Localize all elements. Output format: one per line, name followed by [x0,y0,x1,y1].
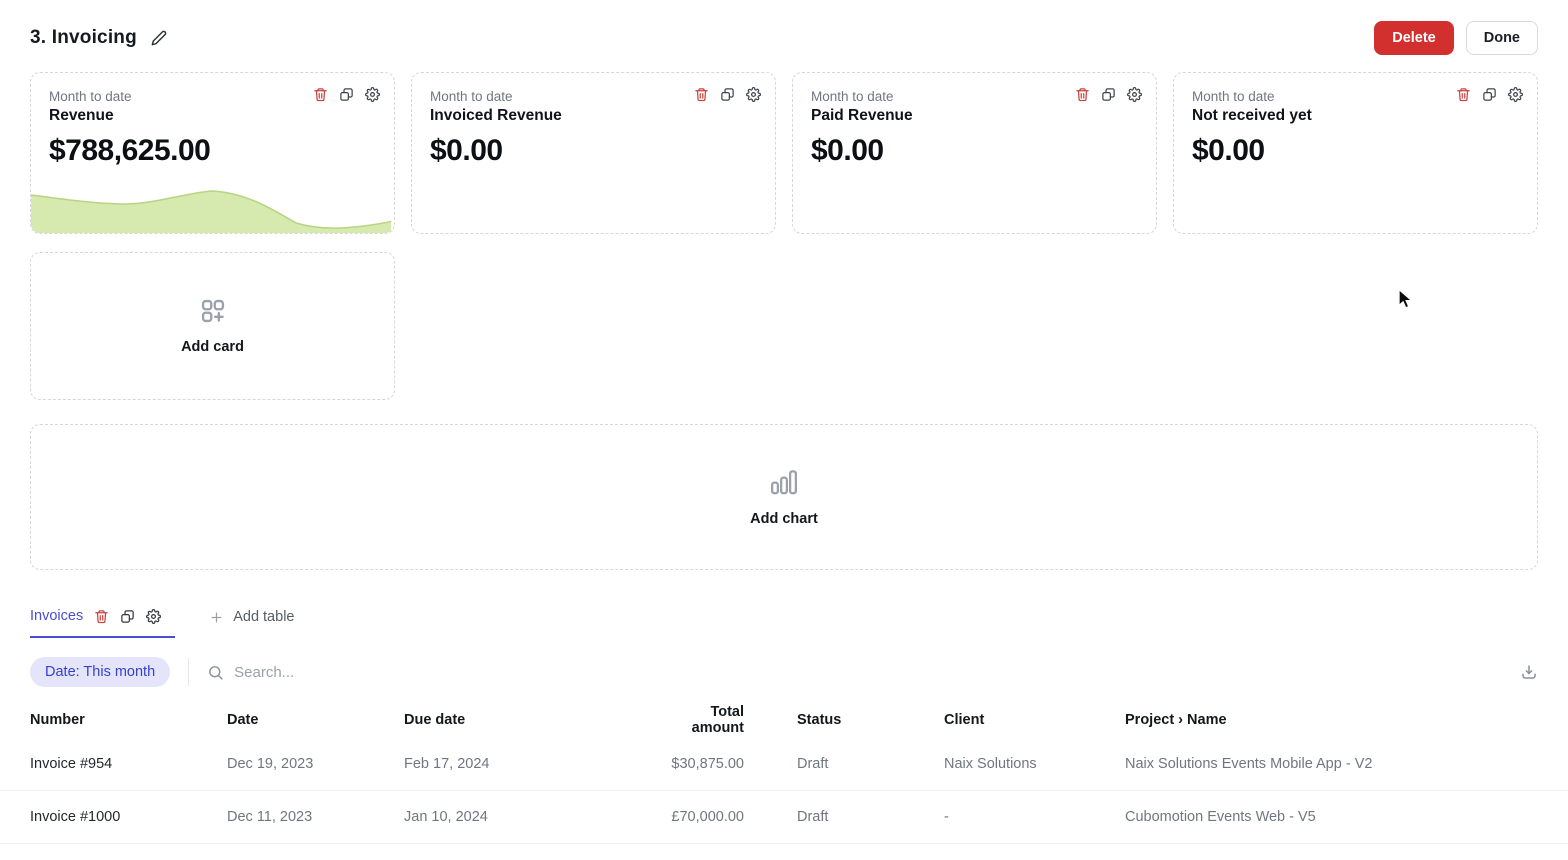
invoice-client: Naix Solutions [944,756,1125,772]
card-title: Invoiced Revenue [430,107,757,125]
add-table-button[interactable]: Add table [209,608,294,625]
copy-icon[interactable] [120,609,135,624]
invoice-number: Invoice #1000 [30,809,227,825]
table-header-row: Number Date Due date Total amount Status… [0,702,1568,738]
card-title: Paid Revenue [811,107,1138,125]
add-chart-label: Add chart [750,511,818,527]
copy-icon[interactable] [1482,87,1497,102]
delete-button[interactable]: Delete [1374,21,1454,56]
card-title: Not received yet [1192,107,1519,125]
page-title: 3. Invoicing [30,27,137,49]
invoice-total: £70,000.00 [656,809,797,825]
invoice-total: $30,875.00 [656,756,797,772]
column-header-due-date: Due date [404,712,656,728]
add-card-label: Add card [181,339,244,355]
invoice-project: Cubomotion Events Web - V5 [1125,809,1568,825]
copy-icon[interactable] [339,87,354,102]
edit-title-icon[interactable] [151,30,167,46]
trash-icon[interactable] [313,87,328,102]
tab-invoices-label: Invoices [30,608,83,624]
card-value: $0.00 [811,134,1138,168]
gear-icon[interactable] [1127,87,1142,102]
card-invoiced-revenue[interactable]: Month to date Invoiced Revenue $0.00 [411,72,776,234]
search-input[interactable] [234,664,534,681]
column-header-number: Number [30,712,227,728]
card-revenue[interactable]: Month to date Revenue $788,625.00 [30,72,395,234]
card-title: Revenue [49,107,376,125]
copy-icon[interactable] [1101,87,1116,102]
column-header-client: Client [944,712,1125,728]
invoices-table: Number Date Due date Total amount Status… [0,702,1568,844]
table-row[interactable]: Invoice #1000 Dec 11, 2023 Jan 10, 2024 … [0,791,1568,844]
card-value: $788,625.00 [49,134,376,168]
card-value: $0.00 [1192,134,1519,168]
table-tabs: Invoices Add table [30,608,1538,638]
gear-icon[interactable] [365,87,380,102]
invoice-number: Invoice #954 [30,756,227,772]
column-header-date: Date [227,712,404,728]
table-row[interactable]: Invoice #954 Dec 19, 2023 Feb 17, 2024 $… [0,738,1568,791]
download-icon[interactable] [1520,663,1538,681]
card-not-received[interactable]: Month to date Not received yet $0.00 [1173,72,1538,234]
card-paid-revenue[interactable]: Month to date Paid Revenue $0.00 [792,72,1157,234]
plus-icon [209,610,224,625]
invoice-status: Draft [797,809,944,825]
copy-icon[interactable] [720,87,735,102]
trash-icon[interactable] [1075,87,1090,102]
add-card-button[interactable]: Add card [30,252,395,400]
column-header-status: Status [797,712,944,728]
trash-icon[interactable] [694,87,709,102]
add-chart-button[interactable]: Add chart [30,424,1538,570]
gear-icon[interactable] [746,87,761,102]
bar-chart-icon [769,467,799,497]
column-header-project-name: Project › Name [1125,712,1568,728]
invoice-date: Dec 19, 2023 [227,756,404,772]
invoice-due-date: Feb 17, 2024 [404,756,656,772]
add-card-row: Add card [30,252,1538,400]
invoice-client: - [944,809,1125,825]
trash-icon[interactable] [94,609,109,624]
invoice-date: Dec 11, 2023 [227,809,404,825]
done-button[interactable]: Done [1466,21,1538,56]
add-table-label: Add table [233,609,294,625]
invoice-due-date: Jan 10, 2024 [404,809,656,825]
page-header: 3. Invoicing Delete Done [0,0,1568,62]
toolbar-divider [188,658,189,686]
search-icon [207,664,224,681]
card-value: $0.00 [430,134,757,168]
metric-cards-row: Month to date Revenue $788,625.00 Month … [30,72,1538,234]
column-header-total-amount: Total amount [656,704,797,736]
trash-icon[interactable] [1456,87,1471,102]
grid-plus-icon [199,297,227,325]
date-filter-chip[interactable]: Date: This month [30,657,170,688]
gear-icon[interactable] [146,609,161,624]
gear-icon[interactable] [1508,87,1523,102]
table-toolbar: Date: This month [30,654,1538,690]
search-box [207,664,1520,681]
invoice-project: Naix Solutions Events Mobile App - V2 [1125,756,1568,772]
invoice-status: Draft [797,756,944,772]
revenue-sparkline [31,183,391,233]
tab-invoices[interactable]: Invoices [30,608,175,638]
